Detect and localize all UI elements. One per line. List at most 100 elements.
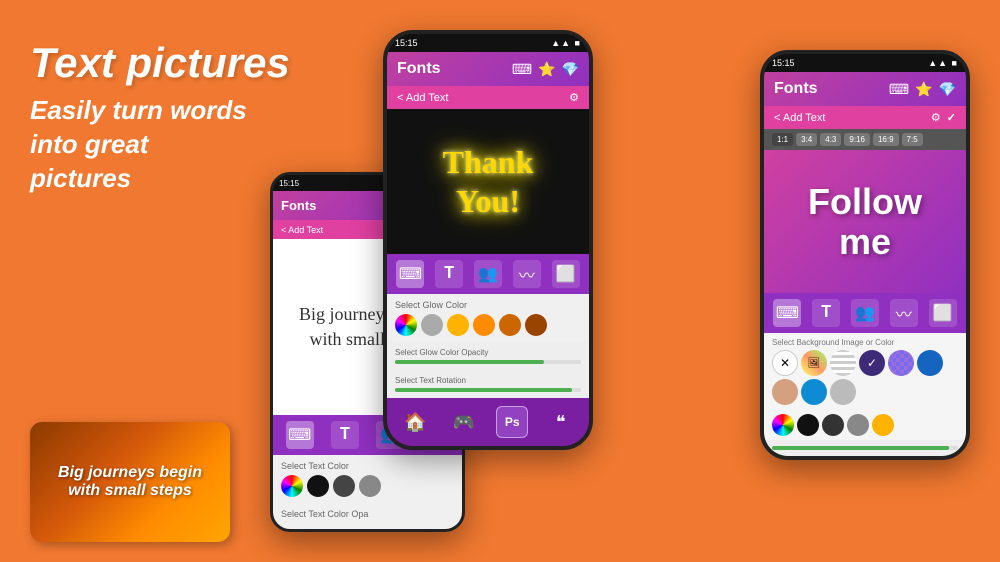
black-circle[interactable] xyxy=(307,475,329,497)
aspect-1-1[interactable]: 1:1 xyxy=(772,133,793,146)
sunset-card: Big journeys begin with small steps xyxy=(30,422,230,542)
glow-brown[interactable] xyxy=(525,314,547,336)
bg-image-circle[interactable]: 🖼 xyxy=(801,350,827,376)
phone-right-header: Fonts ⌨ ⭐ 💎 xyxy=(764,72,966,106)
bg-cyan-circle[interactable] xyxy=(801,379,827,405)
bg-options: Select Background Image or Color ✕ 🖼 ✓ xyxy=(764,333,966,410)
bg-striped-circle[interactable] xyxy=(830,350,856,376)
box-toolbar-right[interactable]: ⬜ xyxy=(929,299,957,327)
hero-subtitle: Easily turn words into great pictures xyxy=(30,94,290,195)
gem-icon-center: 💎 xyxy=(562,61,579,78)
bottom-slider-row xyxy=(764,440,966,456)
rotation-slider[interactable] xyxy=(395,388,581,392)
text-toolbar-center[interactable]: 𝐓 xyxy=(435,260,463,288)
options-left: Select Text Color xyxy=(273,455,462,503)
aspect-7-5[interactable]: 7:5 xyxy=(902,133,923,146)
glow-color-label: Select Glow Color xyxy=(395,300,581,310)
bottom-black[interactable] xyxy=(797,414,819,436)
keyboard-toolbar-right[interactable]: ⌨ xyxy=(773,299,801,327)
keyboard-toolbar-center[interactable]: ⌨ xyxy=(396,260,424,288)
back-button-left[interactable]: < Add Text xyxy=(281,225,323,235)
phone-left-title: Fonts xyxy=(281,198,316,213)
bg-label: Select Background Image or Color xyxy=(772,338,958,347)
bg-remove-circle[interactable]: ✕ xyxy=(772,350,798,376)
bottom-amber[interactable] xyxy=(872,414,894,436)
canvas-center: Thank You! xyxy=(387,109,589,254)
right-color-row xyxy=(764,410,966,440)
check-icon-right[interactable]: ✓ xyxy=(947,111,956,124)
hero-section: Text pictures Easily turn words into gre… xyxy=(30,40,290,196)
text-color-label: Select Text Color xyxy=(281,461,454,471)
box-toolbar-center[interactable]: ⬜ xyxy=(552,260,580,288)
glow-rainbow[interactable] xyxy=(395,314,417,336)
aspect-9-16[interactable]: 9:16 xyxy=(844,133,870,146)
wave-toolbar-center[interactable]: 〰 xyxy=(513,260,541,288)
back-button-center[interactable]: < Add Text xyxy=(397,92,448,104)
aspect-4-3[interactable]: 4:3 xyxy=(820,133,841,146)
status-bar-center: 15:15 ▲▲ ■ xyxy=(387,34,589,52)
aspect-16-9[interactable]: 16:9 xyxy=(873,133,899,146)
bottom-gray[interactable] xyxy=(847,414,869,436)
glow-orange[interactable] xyxy=(473,314,495,336)
phone-center: 15:15 ▲▲ ■ Fonts ⌨ ⭐ 💎 < Add Text ⚙ Than… xyxy=(383,30,593,450)
status-bar-right: 15:15 ▲▲ ■ xyxy=(764,54,966,72)
bottom-nav-center: 🏠 🎮 Ps ❝ xyxy=(387,398,589,446)
bg-purple-circle[interactable]: ✓ xyxy=(859,350,885,376)
phone-center-header: Fonts ⌨ ⭐ 💎 xyxy=(387,52,589,86)
ps-nav-icon[interactable]: Ps xyxy=(496,406,528,438)
rotation-label: Select Text Rotation xyxy=(395,376,581,385)
glow-gray[interactable] xyxy=(421,314,443,336)
bottom-color-circles xyxy=(772,414,958,436)
glow-opacity-slider[interactable] xyxy=(395,360,581,364)
dark-gray-circle[interactable] xyxy=(333,475,355,497)
back-button-right[interactable]: < Add Text xyxy=(774,112,825,124)
people-toolbar-center[interactable]: 👥 xyxy=(474,260,502,288)
bg-color-circles: ✕ 🖼 ✓ xyxy=(772,350,958,405)
quote-nav-icon[interactable]: ❝ xyxy=(545,406,577,438)
phone-center-title: Fonts xyxy=(397,60,441,78)
star-icon-right: ⭐ xyxy=(915,81,932,98)
canvas-right: Follow me xyxy=(764,150,966,293)
keyboard-icon-right[interactable]: ⌨ xyxy=(889,81,909,98)
game-nav-icon[interactable]: 🎮 xyxy=(448,406,480,438)
bg-blue-circle[interactable] xyxy=(917,350,943,376)
text-opacity-label: Select Text Color Opa xyxy=(281,509,454,519)
glow-options: Select Glow Color xyxy=(387,294,589,342)
people-toolbar-right[interactable]: 👥 xyxy=(851,299,879,327)
rainbow-circle[interactable] xyxy=(281,475,303,497)
bottom-rainbow[interactable] xyxy=(772,414,794,436)
glow-dark-orange[interactable] xyxy=(499,314,521,336)
settings-icon-center[interactable]: ⚙ xyxy=(569,91,579,104)
toolbar-center: ⌨ 𝐓 👥 〰 ⬜ xyxy=(387,254,589,294)
glow-opacity-row: Select Glow Color Opacity xyxy=(387,342,589,370)
glow-color-circles xyxy=(395,314,581,336)
star-icon-center: ⭐ xyxy=(538,61,555,78)
aspect-ratio-bar: 1:1 3:4 4:3 9:16 16:9 7:5 xyxy=(764,129,966,150)
color-circles-left xyxy=(281,475,454,497)
glow-amber[interactable] xyxy=(447,314,469,336)
bg-check-circle[interactable] xyxy=(888,350,914,376)
text-toolbar-right[interactable]: 𝐓 xyxy=(812,299,840,327)
keyboard-toolbar-icon[interactable]: ⌨ xyxy=(286,421,314,449)
thank-you-display: Thank You! xyxy=(433,133,544,230)
gray-circle[interactable] xyxy=(359,475,381,497)
follow-me-display: Follow me xyxy=(808,182,922,261)
rotation-row: Select Text Rotation xyxy=(387,370,589,398)
home-nav-icon[interactable]: 🏠 xyxy=(399,406,431,438)
wave-toolbar-right[interactable]: 〰 xyxy=(890,299,918,327)
options-left-2: Select Text Color Opa xyxy=(273,503,462,529)
sunset-card-text: Big journeys begin with small steps xyxy=(30,454,230,510)
phone-right-title: Fonts xyxy=(774,80,818,98)
bottom-slider[interactable] xyxy=(772,446,958,450)
phone-right: 15:15 ▲▲ ■ Fonts ⌨ ⭐ 💎 < Add Text ⚙ ✓ 1:… xyxy=(760,50,970,460)
toolbar-right: ⌨ 𝐓 👥 〰 ⬜ xyxy=(764,293,966,333)
phone-center-subheader: < Add Text ⚙ xyxy=(387,86,589,109)
settings-icon-right[interactable]: ⚙ xyxy=(931,111,941,124)
glow-opacity-label: Select Glow Color Opacity xyxy=(395,348,581,357)
keyboard-icon-center[interactable]: ⌨ xyxy=(512,61,532,78)
aspect-3-4[interactable]: 3:4 xyxy=(796,133,817,146)
text-toolbar-icon[interactable]: 𝐓 xyxy=(331,421,359,449)
bg-light-gray-circle[interactable] xyxy=(830,379,856,405)
bottom-dark-gray[interactable] xyxy=(822,414,844,436)
bg-skin-circle[interactable] xyxy=(772,379,798,405)
